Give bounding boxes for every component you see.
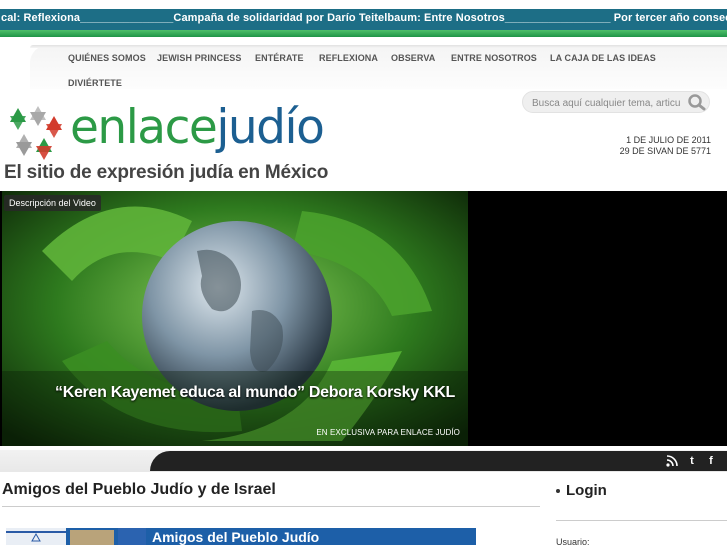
social-bar [150,451,727,471]
nav-item-entre-nosotros[interactable]: ENTRE NOSOTROS [451,53,537,63]
search-icon[interactable] [687,93,707,111]
nav-item-quienes-somos[interactable]: QUIÉNES SOMOS [68,53,146,63]
site-logo-wordmark[interactable]: enlacejudío [70,98,325,158]
video-subtitle: EN EXCLUSIVA PARA ENLACE JUDÍO [316,428,460,437]
ticker-accent-stripe [0,30,727,37]
date-gregorian: 1 DE JULIO DE 2011 [626,135,711,145]
site-tagline: El sitio de expresión judía en México [4,162,329,183]
nav-item-enterate[interactable]: ENTÉRATE [255,53,304,63]
nav-top-edge [30,45,727,48]
login-title: Login [566,482,607,499]
nav-item-observa[interactable]: OBSERVA [391,53,435,63]
nav-item-diviertete[interactable]: DIVIÉRTETE [68,78,122,88]
nav-item-caja-de-ideas[interactable]: LA CAJA DE LAS IDEAS [550,53,656,63]
article-banner[interactable]: Amigos del Pueblo Judío [6,528,476,545]
search-box [522,91,710,113]
main-nav [30,45,727,89]
logo-word-judio: judío [216,100,325,155]
ticker-text[interactable]: cal: Reflexiona_______________Campaña de… [1,12,727,24]
featured-video[interactable] [0,191,727,446]
nav-item-reflexiona[interactable]: REFLEXIONA [319,53,378,63]
ticker-bar[interactable]: cal: Reflexiona_______________Campaña de… [0,9,727,30]
bullet-icon [556,489,560,493]
current-date: 1 DE JULIO DE 2011 29 DE SIVAN DE 5771 [620,135,711,157]
israel-flag-icon [6,528,146,545]
twitter-icon[interactable]: t [685,454,699,468]
nav-item-jewish-princess[interactable]: JEWISH PRINCESS [157,53,242,63]
facebook-icon[interactable]: f [704,454,718,468]
video-description-button[interactable]: Descripción del Video [4,195,101,211]
section-heading[interactable]: Amigos del Pueblo Judío y de Israel [2,481,276,499]
article-banner-text: Amigos del Pueblo Judío [152,529,320,545]
video-thumbnail[interactable] [2,191,468,446]
rss-icon[interactable] [665,454,679,468]
logo-icon[interactable] [4,104,66,162]
heading-divider [2,506,540,507]
video-title: “Keren Kayemet educa al mundo” Debora Ko… [55,384,455,401]
logo-word-enlace: enlace [70,100,218,155]
username-label: Usuario: [556,537,590,545]
login-divider [556,520,727,521]
search-input[interactable] [532,96,680,110]
date-hebrew: 29 DE SIVAN DE 5771 [619,146,711,156]
news-ticker: cal: Reflexiona_______________Campaña de… [0,0,727,38]
